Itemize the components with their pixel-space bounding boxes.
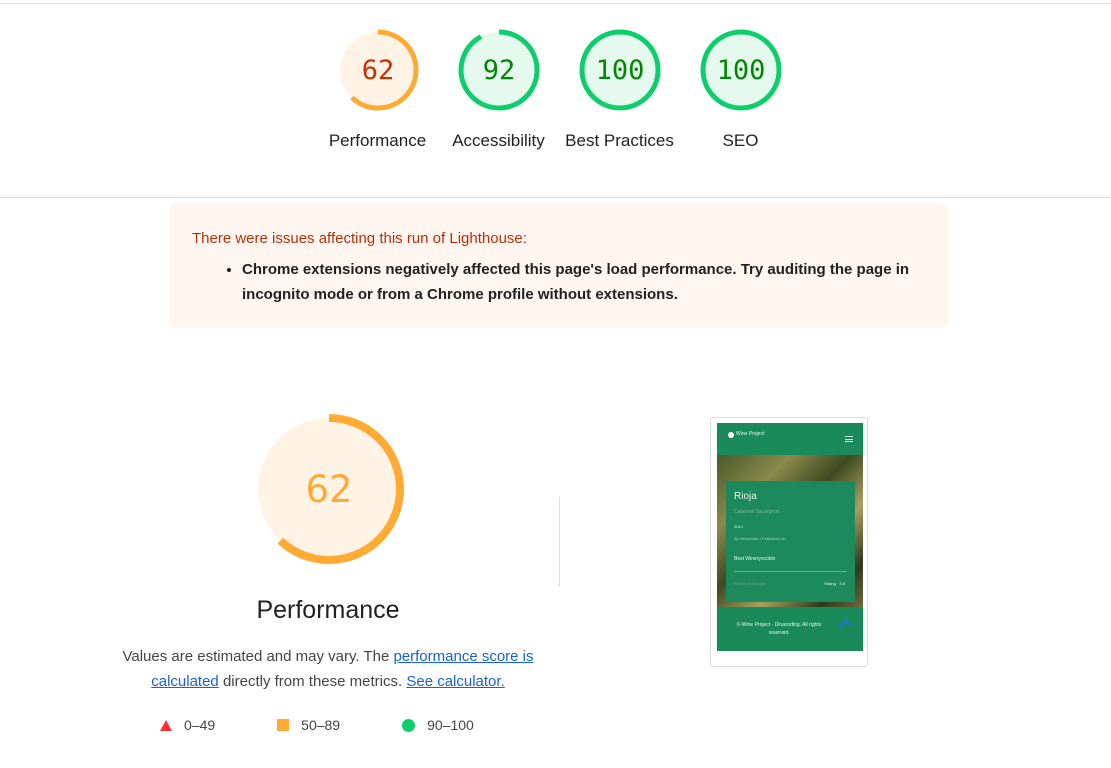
performance-gauge-ring: 62 xyxy=(254,414,404,564)
gauge-performance[interactable]: 62 Performance xyxy=(317,28,438,153)
thumb-card: Rioja Cabernet Sauvignon 2014 By Winecod… xyxy=(726,481,855,602)
thumb-logo-text: Wine Project xyxy=(736,431,765,437)
description-text: directly from these metrics. xyxy=(218,673,403,690)
average-square-icon xyxy=(277,719,290,731)
category-gauges: 62 Performance 92 Accessibility 100 Best… xyxy=(317,28,801,153)
thumb-card-meta: By Winecoder | Published on xyxy=(734,536,786,541)
top-divider xyxy=(0,3,1111,4)
legend-pass: 90–100 xyxy=(402,717,474,733)
legend-average: 50–89 xyxy=(277,717,340,733)
warnings-list: Chrome extensions negatively affected th… xyxy=(192,257,925,307)
gauge-score: 100 xyxy=(595,55,644,86)
gauge-label: Accessibility xyxy=(452,131,545,150)
performance-gauge: 62 xyxy=(253,413,405,570)
thumb-footer-text: © Wine Project - Dinacoding. All rights … xyxy=(736,622,822,636)
gauge-score: 62 xyxy=(361,55,394,86)
gauge-score: 92 xyxy=(482,55,515,86)
thumb-card-subtitle: Cabernet Sauvignon xyxy=(734,509,780,515)
hamburger-icon xyxy=(845,436,853,442)
performance-score: 62 xyxy=(305,468,352,511)
see-calculator-link[interactable]: See calculator. xyxy=(406,673,504,690)
gauge-score: 100 xyxy=(716,55,765,86)
legend-range: 90–100 xyxy=(427,717,474,733)
thumb-card-right: Rating · 3.8 xyxy=(824,581,845,586)
gauge-accessibility[interactable]: 92 Accessibility xyxy=(438,28,559,153)
fail-triangle-icon xyxy=(160,719,172,731)
gauge-ring: 92 xyxy=(458,29,539,111)
logo-icon xyxy=(728,432,734,438)
screenshot-thumbnail: Wine Project Rioja Cabernet Sauvignon 20… xyxy=(717,423,863,651)
gauge-label: SEO xyxy=(722,131,759,150)
score-scale-legend: 0–49 50–89 90–100 xyxy=(160,717,536,733)
performance-description: Values are estimated and may vary. The p… xyxy=(108,644,548,694)
gauge-best-practices[interactable]: 100 Best Practices xyxy=(559,28,680,153)
thumb-card-title: Rioja xyxy=(734,491,757,502)
scroll-up-arrow-icon xyxy=(838,618,854,634)
vertical-divider xyxy=(559,497,560,587)
thumb-header: Wine Project xyxy=(717,423,863,455)
gauge-label: Performance xyxy=(328,131,427,150)
thumb-card-divider xyxy=(734,571,847,572)
thumb-card-tag: Best Wineryscoble xyxy=(734,556,776,562)
gauge-ring: 62 xyxy=(337,29,418,111)
legend-range: 50–89 xyxy=(301,717,341,733)
thumb-card-year: 2014 xyxy=(734,524,743,529)
warnings-title: There were issues affecting this run of … xyxy=(192,230,527,247)
gauge-ring: 100 xyxy=(700,29,781,111)
header-divider xyxy=(0,197,1111,198)
thumb-card-left: Winery Enthusiast xyxy=(734,581,767,586)
gauge-ring: 100 xyxy=(579,29,660,111)
gauge-seo[interactable]: 100 SEO xyxy=(680,28,801,153)
thumb-footer: © Wine Project - Dinacoding. All rights … xyxy=(717,607,863,651)
final-screenshot[interactable]: Wine Project Rioja Cabernet Sauvignon 20… xyxy=(710,417,868,667)
description-text: Values are estimated and may vary. The xyxy=(122,648,394,665)
legend-fail: 0–49 xyxy=(160,717,215,733)
warnings-box: There were issues affecting this run of … xyxy=(169,203,948,328)
gauge-label: Best Practices xyxy=(565,131,674,150)
performance-title: Performance xyxy=(256,596,400,624)
warning-item: Chrome extensions negatively affected th… xyxy=(242,257,922,307)
legend-range: 0–49 xyxy=(184,717,216,733)
pass-circle-icon xyxy=(402,718,416,732)
